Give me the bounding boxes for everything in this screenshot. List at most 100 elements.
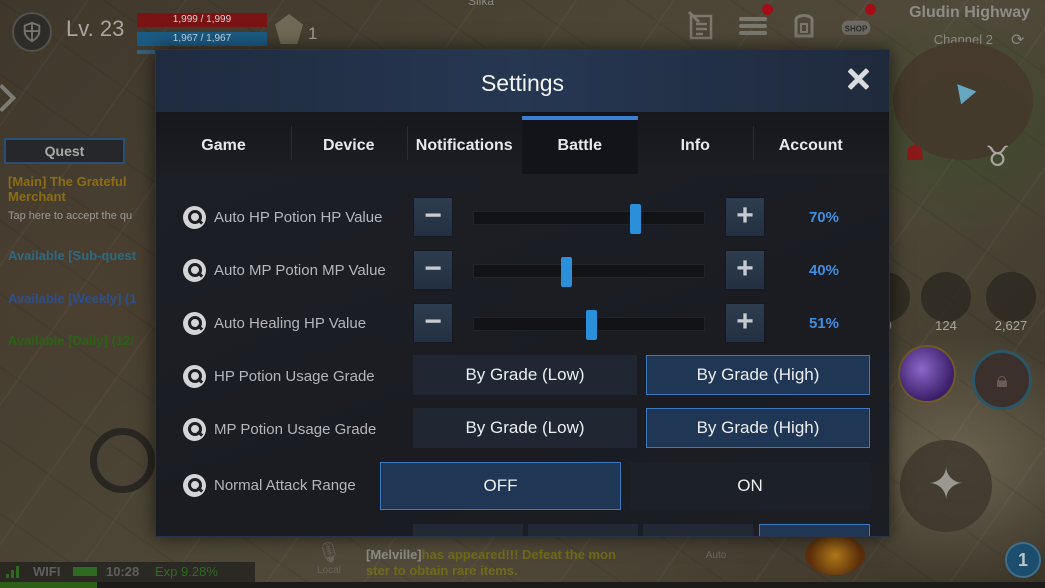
quest-weekly[interactable]: Available [Weekly] (1 xyxy=(8,291,156,306)
setting-hp-potion-grade: HP Potion Usage Grade By Grade (Low) By … xyxy=(156,355,889,399)
magnifier-icon[interactable] xyxy=(183,474,206,497)
player-position-icon xyxy=(949,77,977,105)
quest-tab[interactable]: Quest xyxy=(4,138,125,164)
character-menu-button[interactable] xyxy=(12,12,52,52)
tab-battle[interactable]: Battle xyxy=(522,112,638,174)
setting-auto-healing: Auto Healing HP Value − + 51% xyxy=(156,302,889,346)
mp-potion-slot[interactable] xyxy=(921,272,971,322)
menu-icon xyxy=(739,17,767,35)
monster-marker-icon: ☗ xyxy=(905,140,925,165)
quest-daily[interactable]: Available [Daily] (12/ xyxy=(8,333,156,348)
lock-icon: 🔒︎ xyxy=(996,367,1008,392)
grade-low-button[interactable]: By Grade (Low) xyxy=(413,355,637,395)
increase-button[interactable]: + xyxy=(725,197,765,237)
magnifier-icon[interactable] xyxy=(183,206,206,229)
notification-badge[interactable]: 1 xyxy=(1005,542,1041,578)
quest-sub[interactable]: Available [Sub-quest xyxy=(8,248,156,263)
network-label: WIFI xyxy=(33,564,61,579)
slider-value: 70% xyxy=(808,209,839,226)
mp-bar: 1,967 / 1,967 xyxy=(137,32,267,46)
mp-potion-slider[interactable] xyxy=(473,257,705,287)
decrease-button[interactable]: − xyxy=(413,197,453,237)
tab-account[interactable]: Account xyxy=(753,112,869,174)
tab-notifications[interactable]: Notifications xyxy=(406,112,523,174)
mp-potion-count: 124 xyxy=(935,318,957,333)
slider-value: 40% xyxy=(808,262,839,279)
refresh-icon[interactable]: ⟳ xyxy=(1011,30,1029,49)
slider-value: 51% xyxy=(808,315,839,332)
next-row-option[interactable] xyxy=(643,524,753,536)
tab-game[interactable]: Game xyxy=(156,112,291,174)
bag-icon xyxy=(794,14,814,38)
shield-icon xyxy=(23,21,41,43)
settings-header: Settings xyxy=(156,50,889,112)
setting-label: Auto Healing HP Value xyxy=(214,315,367,332)
quest-log-icon xyxy=(687,10,713,40)
microphone-icon: 🎙︎ xyxy=(316,542,342,564)
hp-potion-slider[interactable] xyxy=(473,204,705,234)
chat-speaker: [Melville] xyxy=(366,547,422,562)
hp-bar: 1,999 / 1,999 xyxy=(137,13,267,27)
clock: 10:28 xyxy=(106,564,140,579)
attack-range-on-button[interactable]: ON xyxy=(630,462,870,510)
increase-button[interactable]: + xyxy=(725,250,765,290)
skill-button[interactable] xyxy=(898,345,956,403)
slider-thumb[interactable] xyxy=(586,310,598,340)
magnifier-icon[interactable] xyxy=(183,312,206,335)
grade-low-button[interactable]: By Grade (Low) xyxy=(413,408,637,448)
setting-mp-potion-grade: MP Potion Usage Grade By Grade (Low) By … xyxy=(156,408,889,452)
magnifier-icon[interactable] xyxy=(183,365,206,388)
voice-chat-label: Local xyxy=(317,565,341,576)
battery-icon xyxy=(73,567,97,576)
setting-normal-attack-range: Normal Attack Range OFF ON xyxy=(156,462,889,510)
battle-settings-panel: Auto HP Potion HP Value − + 70% Auto MP … xyxy=(156,174,889,536)
rank-indicator[interactable]: 1 xyxy=(275,14,325,44)
setting-label: HP Potion Usage Grade xyxy=(214,368,375,385)
target-reticle-button[interactable] xyxy=(90,428,155,493)
grade-high-button[interactable]: By Grade (High) xyxy=(646,408,870,448)
attack-button[interactable]: ✦ xyxy=(900,440,992,532)
next-row-option[interactable] xyxy=(413,524,523,536)
quest-main[interactable]: [Main] The Grateful Merchant xyxy=(8,174,156,204)
tab-info[interactable]: Info xyxy=(638,112,754,174)
setting-label: MP Potion Usage Grade xyxy=(214,421,377,438)
crossed-swords-icon: ✦ xyxy=(927,460,965,509)
next-row-option[interactable] xyxy=(759,524,870,536)
magnifier-icon[interactable] xyxy=(183,418,206,441)
setting-label: Auto HP Potion HP Value xyxy=(214,209,383,226)
close-icon[interactable] xyxy=(845,66,871,92)
magnifier-icon[interactable] xyxy=(183,259,206,282)
grade-high-button[interactable]: By Grade (High) xyxy=(646,355,870,395)
healing-slider[interactable] xyxy=(473,310,705,340)
chat-line[interactable]: [Melville]has appeared!!! Defeat the mon xyxy=(366,547,616,562)
scroll-count: 2,627 xyxy=(994,318,1028,333)
next-row-option[interactable] xyxy=(528,524,638,536)
quest-main-hint: Tap here to accept the qu xyxy=(8,210,133,222)
increase-button[interactable]: + xyxy=(725,303,765,343)
decrease-button[interactable]: − xyxy=(413,303,453,343)
settings-tabs: Game Device Notifications Battle Info Ac… xyxy=(156,112,889,174)
setting-label: Normal Attack Range xyxy=(214,477,356,494)
scroll-slot[interactable] xyxy=(986,272,1036,322)
auto-button[interactable]: Auto xyxy=(698,540,734,572)
chat-message: has appeared!!! Defeat the mon xyxy=(421,547,616,562)
locked-skill-slot[interactable]: 🔒︎ xyxy=(972,350,1032,410)
attack-range-off-button[interactable]: OFF xyxy=(380,462,621,510)
voice-chat-button[interactable]: 🎙︎ Local xyxy=(310,540,348,586)
rank-crest-icon xyxy=(275,14,303,44)
chat-line: ster to obtain rare items. xyxy=(366,563,518,578)
menu-notification-dot xyxy=(762,4,773,15)
tab-device[interactable]: Device xyxy=(291,112,407,174)
exp-progress-bar xyxy=(0,582,1045,588)
slider-thumb[interactable] xyxy=(561,257,572,287)
exp-progress-fill xyxy=(0,582,97,588)
decrease-button[interactable]: − xyxy=(413,250,453,290)
inventory-button[interactable] xyxy=(786,8,822,44)
slider-thumb[interactable] xyxy=(630,204,641,234)
exp-label: Exp 9.28% xyxy=(155,564,218,579)
boss-skull-icon[interactable]: ♉ xyxy=(985,140,1025,174)
special-skill-button[interactable] xyxy=(805,535,865,575)
quest-log-button[interactable] xyxy=(683,8,719,44)
rank-count: 1 xyxy=(308,24,318,43)
character-level: Lv. 23 xyxy=(66,16,125,41)
